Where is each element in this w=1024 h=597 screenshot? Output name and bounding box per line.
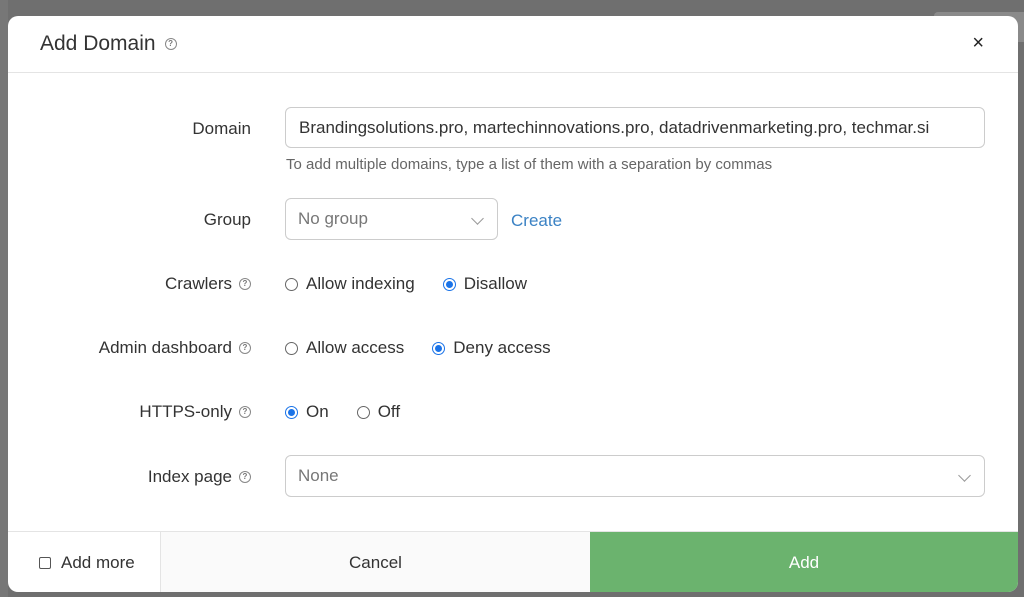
question-circle-icon[interactable]: ? — [239, 278, 251, 290]
radio-label: Deny access — [453, 338, 551, 357]
index-page-label: Index page — [147, 467, 232, 486]
radio-button[interactable] — [285, 277, 298, 291]
radio-label: Allow indexing — [306, 274, 415, 293]
radio-button[interactable] — [285, 405, 298, 419]
admin-dashboard-label: Admin dashboard — [98, 338, 232, 357]
https-off-option[interactable]: Off — [356, 402, 401, 422]
add-button[interactable]: Add — [590, 532, 1018, 592]
crawlers-label-wrap: Crawlers ? — [165, 274, 251, 294]
group-select[interactable]: No group — [285, 198, 498, 240]
create-group-link[interactable]: Create — [511, 211, 562, 231]
admin-allow-access-option[interactable]: Allow access — [285, 338, 404, 358]
radio-button[interactable] — [285, 341, 298, 355]
admin-deny-access-option[interactable]: Deny access — [432, 338, 551, 358]
question-circle-icon[interactable]: ? — [239, 471, 251, 483]
chevron-down-icon — [958, 469, 971, 482]
question-circle-icon[interactable]: ? — [239, 342, 251, 354]
add-domain-dialog: Add Domain ? × Domain Brandingsolutions.… — [8, 16, 1018, 592]
group-label-wrap: Group — [204, 210, 251, 230]
group-label: Group — [203, 210, 251, 229]
add-more-checkbox[interactable] — [39, 556, 51, 569]
dialog-title: Add Domain — [40, 32, 156, 55]
https-only-label-wrap: HTTPS-only ? — [139, 402, 251, 422]
crawlers-label: Crawlers — [164, 274, 232, 293]
index-page-select[interactable]: None — [285, 455, 985, 497]
radio-label: Disallow — [463, 274, 527, 293]
index-page-select-value: None — [298, 466, 339, 485]
background-sidebar — [0, 0, 8, 597]
dialog-title-wrap: Add Domain ? — [40, 32, 177, 56]
radio-button[interactable] — [442, 277, 456, 291]
domain-label-wrap: Domain — [192, 119, 251, 139]
dialog-footer: Add more Cancel Add — [8, 531, 1018, 592]
chevron-down-icon — [471, 212, 484, 225]
question-circle-icon[interactable]: ? — [164, 38, 177, 50]
admin-dashboard-label-wrap: Admin dashboard ? — [99, 338, 251, 358]
admin-dashboard-radio-group: Allow access Deny access — [285, 338, 551, 358]
dialog-header: Add Domain ? × — [8, 16, 1018, 73]
https-only-label: HTTPS-only — [139, 402, 232, 421]
close-icon[interactable]: × — [972, 33, 984, 53]
cancel-button[interactable]: Cancel — [161, 532, 590, 592]
radio-label: Off — [377, 402, 401, 421]
add-more-checkbox-wrap[interactable]: Add more — [8, 532, 161, 592]
question-circle-icon[interactable]: ? — [239, 406, 251, 418]
https-only-radio-group: On Off — [285, 402, 400, 422]
domain-label: Domain — [192, 119, 251, 138]
crawlers-radio-group: Allow indexing Disallow — [285, 274, 527, 294]
domain-hint: To add multiple domains, type a list of … — [286, 156, 773, 173]
index-page-label-wrap: Index page ? — [148, 467, 251, 487]
add-more-label: Add more — [61, 552, 135, 572]
radio-label: On — [306, 402, 329, 421]
radio-button[interactable] — [356, 405, 370, 419]
group-select-value: No group — [298, 209, 368, 228]
https-on-option[interactable]: On — [285, 402, 329, 422]
domain-input[interactable]: Brandingsolutions.pro, martechinnovation… — [285, 107, 985, 148]
crawlers-allow-indexing-option[interactable]: Allow indexing — [285, 274, 415, 294]
radio-button[interactable] — [432, 341, 446, 355]
crawlers-disallow-option[interactable]: Disallow — [442, 274, 527, 294]
radio-label: Allow access — [306, 338, 405, 357]
